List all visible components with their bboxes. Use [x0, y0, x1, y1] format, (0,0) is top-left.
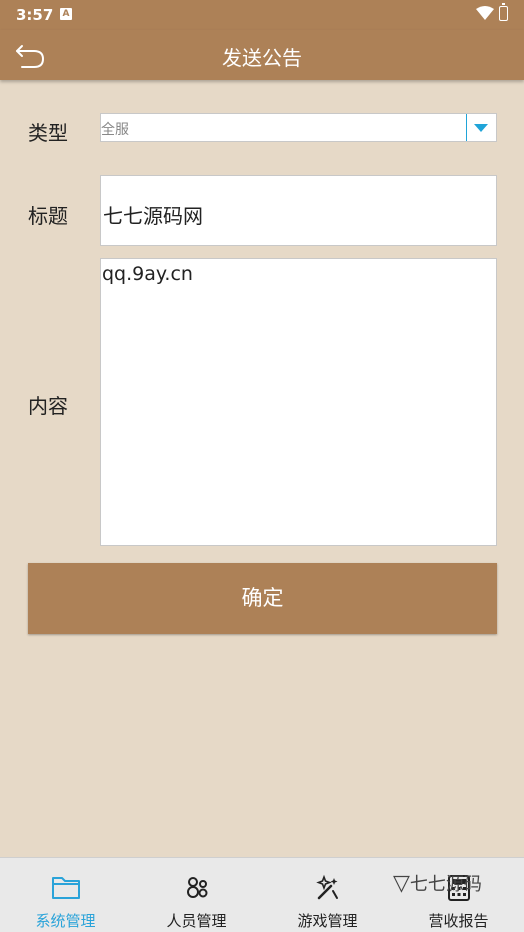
type-select[interactable]: 全服: [100, 113, 497, 142]
type-label: 类型: [28, 121, 68, 145]
confirm-button[interactable]: 确定: [28, 563, 497, 634]
folder-icon: [51, 877, 80, 899]
title-label: 标题: [28, 204, 68, 228]
nav-label-revenue: 营收报告: [428, 912, 489, 930]
nav-label-system: 系统管理: [35, 912, 96, 930]
status-time: 3:57: [16, 6, 54, 24]
type-select-value: 全服: [101, 122, 129, 138]
triangle-down-icon: [474, 124, 488, 132]
battery-icon: [499, 3, 508, 21]
nav-system-management[interactable]: 系统管理: [0, 858, 131, 932]
watermark-text: 七七源码: [409, 874, 482, 895]
wifi-icon: [476, 6, 494, 20]
content-label: 内容: [28, 394, 68, 418]
dropdown-button[interactable]: [466, 114, 496, 141]
people-icon: [186, 877, 207, 898]
notification-icon: A: [60, 8, 72, 20]
watermark-triangle-icon: ▽: [393, 871, 410, 896]
nav-personnel-management[interactable]: 人员管理: [131, 858, 262, 932]
nav-label-personnel: 人员管理: [166, 912, 227, 930]
watermark-logo: ▽七七源码: [393, 870, 482, 896]
content-textarea[interactable]: qq.9ay.cn: [100, 258, 497, 546]
status-bar: 3:57 A: [0, 0, 524, 30]
magic-wand-icon: [315, 874, 338, 900]
title-bar: 发送公告: [0, 30, 524, 80]
nav-game-management[interactable]: 游戏管理: [262, 858, 393, 932]
page-title: 发送公告: [222, 46, 302, 70]
title-input[interactable]: 七七源码网: [100, 175, 497, 246]
nav-label-game: 游戏管理: [297, 912, 358, 930]
